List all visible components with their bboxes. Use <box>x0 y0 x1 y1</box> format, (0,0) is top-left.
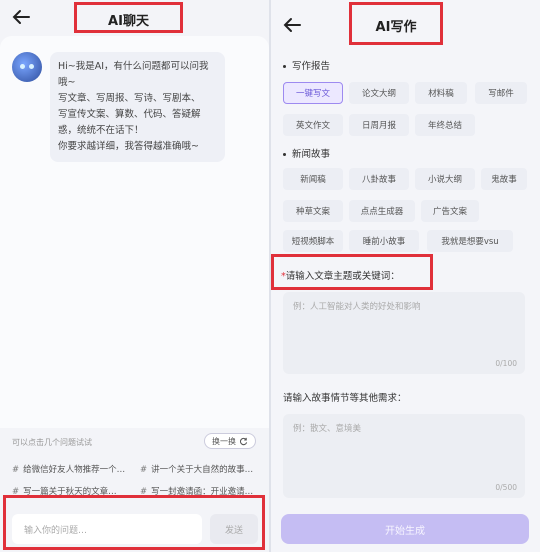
chip-video-script[interactable]: 短视频脚本 <box>283 230 343 252</box>
section-writing-report: 写作报告 <box>283 58 330 72</box>
writing-header: AI写作 <box>271 0 540 45</box>
message-line: 写文章、写周报、写诗、写剧本、 <box>58 93 201 104</box>
ai-message-bubble: Hi~我是AI，有什么问题都可以问我哦~ 写文章、写周报、写诗、写剧本、 写宣传… <box>50 52 225 162</box>
chip-gossip[interactable]: 八卦故事 <box>349 168 409 190</box>
chip-novel-outline[interactable]: 小说大纲 <box>415 168 475 190</box>
page-title: AI聊天 <box>108 14 149 29</box>
message-line: Hi~我是AI，有什么问题都可以问我哦~ <box>58 61 209 88</box>
ai-writing-screen: AI写作 写作报告 一键写文 论文大纲 材料稿 写邮件 英文作文 日周月报 年终… <box>271 0 540 552</box>
chip-ad-copy[interactable]: 广告文案 <box>421 200 479 222</box>
swap-label: 换一换 <box>212 436 236 446</box>
topic-field-label: *请输入文章主题或关键词： <box>281 271 400 282</box>
char-count: 0/100 <box>495 359 517 368</box>
suggestion-item[interactable]: # 讲一个关于大自然的故事… <box>140 463 260 475</box>
char-count: 0/500 <box>495 483 517 492</box>
chip-paper-outline[interactable]: 论文大纲 <box>349 82 409 104</box>
suggestion-item[interactable]: # 给微信好友人物推荐一个… <box>12 463 136 475</box>
back-arrow-icon[interactable] <box>281 14 303 36</box>
ai-avatar <box>12 52 42 82</box>
hash-icon: # <box>12 465 20 475</box>
topic-textarea[interactable]: 例：人工智能对人类的好处和影响 0/100 <box>283 292 525 374</box>
bullet-dot <box>283 153 286 156</box>
chip-generator[interactable]: 点点生成器 <box>349 200 415 222</box>
chip-vsu[interactable]: 我就是想要vsu <box>427 230 513 252</box>
chip-material[interactable]: 材料稿 <box>415 82 467 104</box>
chip-bedtime-story[interactable]: 睡前小故事 <box>349 230 419 252</box>
back-arrow-icon[interactable] <box>10 6 32 28</box>
chat-bottom-panel: 可以点击几个问题试试 换一换 # 给微信好友人物推荐一个… # 讲一个关于大自然的故… <box>0 428 269 552</box>
ai-chat-screen: AI聊天 Hi~我是AI，有什么问题都可以问我哦~ 写文章、写周报、写诗、写剧本… <box>0 0 269 552</box>
message-line: 惑，统统不在话下！ <box>58 125 144 136</box>
chip-year-summary[interactable]: 年终总结 <box>415 114 475 136</box>
chip-grass-copy[interactable]: 种草文案 <box>283 200 343 222</box>
message-line: 写宣传文案、算数、代码、答疑解 <box>58 109 201 120</box>
chip-ghost-story[interactable]: 鬼故事 <box>481 168 527 190</box>
bullet-dot <box>283 65 286 68</box>
chip-news[interactable]: 新闻稿 <box>283 168 343 190</box>
chip-one-click-write[interactable]: 一键写文 <box>283 82 343 104</box>
story-textarea[interactable]: 例：散文、意境美 0/500 <box>283 414 525 498</box>
suggestion-hint: 可以点击几个问题试试 <box>12 438 92 447</box>
page-title: AI写作 <box>375 20 417 35</box>
chip-email[interactable]: 写邮件 <box>475 82 527 104</box>
chat-header: AI聊天 <box>0 0 269 36</box>
story-field-label: 请输入故事情节等其他需求： <box>283 393 407 404</box>
send-button[interactable]: 发送 <box>210 514 258 544</box>
hash-icon: # <box>140 465 148 475</box>
section-news-story: 新闻故事 <box>283 146 330 160</box>
chip-english-essay[interactable]: 英文作文 <box>283 114 343 136</box>
chip-reports[interactable]: 日周月报 <box>349 114 409 136</box>
message-line: 你要求越详细，我答得越准确哦~ <box>58 141 199 152</box>
swap-button[interactable]: 换一换 <box>204 433 256 449</box>
refresh-icon <box>239 437 248 445</box>
generate-button[interactable]: 开始生成 <box>281 514 529 544</box>
question-input[interactable]: 输入你的问题… <box>12 514 202 544</box>
